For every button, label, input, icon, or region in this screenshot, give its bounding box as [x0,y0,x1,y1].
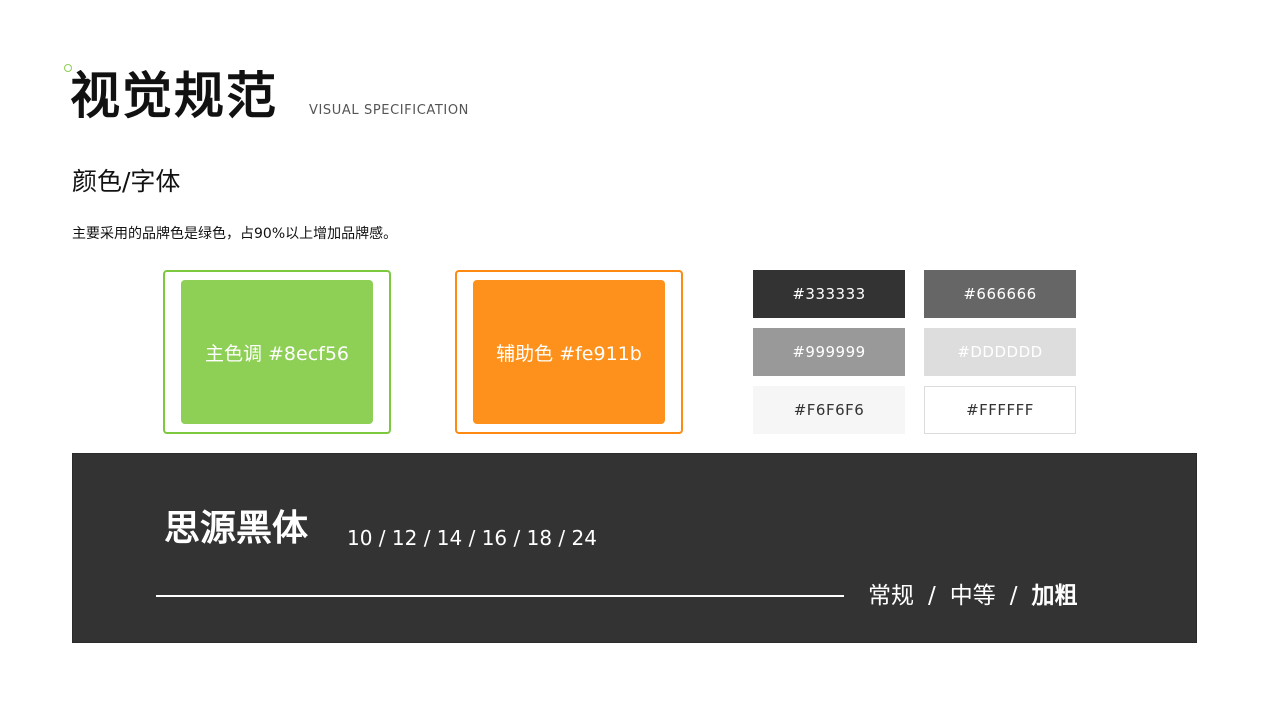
font-name: 思源黑体 [164,508,309,549]
gray-swatch-label: #F6F6F6 [793,401,865,419]
gray-swatch-dddddd: #DDDDDD [924,328,1076,376]
gray-swatch-label: #333333 [792,285,866,303]
gray-swatch-f6f6f6: #F6F6F6 [753,386,905,434]
section-description: 主要采用的品牌色是绿色，占90%以上增加品牌感。 [72,226,398,242]
weight-separator: / [1009,583,1018,609]
gray-swatch-label: #666666 [963,285,1037,303]
gray-swatch-333333: #333333 [753,270,905,318]
gray-swatch-666666: #666666 [924,270,1076,318]
weight-separator: / [928,583,936,609]
page-title: 视觉规范 [70,67,278,125]
secondary-color-swatch: 辅助色 #fe911b [473,280,665,424]
secondary-color-card: 辅助色 #fe911b [455,270,683,434]
gray-swatch-label: #DDDDDD [957,343,1043,361]
font-sizes: 10 / 12 / 14 / 16 / 18 / 24 [347,526,597,550]
gray-swatch-label: #FFFFFF [966,401,1034,419]
divider-line [156,595,844,597]
section-title: 颜色/字体 [72,167,181,196]
font-weight-medium: 中等 [949,583,996,609]
font-weight-regular: 常规 [868,583,914,609]
font-weights: 常规 / 中等 / 加粗 [868,580,1078,612]
primary-color-label: 主色调 #8ecf56 [204,342,350,365]
primary-color-card: 主色调 #8ecf56 [163,270,391,434]
font-weight-bold: 加粗 [1031,583,1078,609]
secondary-color-label: 辅助色 #fe911b [496,342,642,365]
font-panel: 思源黑体 10 / 12 / 14 / 16 / 18 / 24 常规 / 中等 / 加… [72,453,1197,643]
primary-color-swatch: 主色调 #8ecf56 [181,280,373,424]
page-subtitle: VISUAL SPECIFICATION [309,103,469,118]
gray-swatch-ffffff: #FFFFFF [924,386,1076,434]
gray-swatch-label: #999999 [792,343,866,361]
gray-swatch-999999: #999999 [753,328,905,376]
